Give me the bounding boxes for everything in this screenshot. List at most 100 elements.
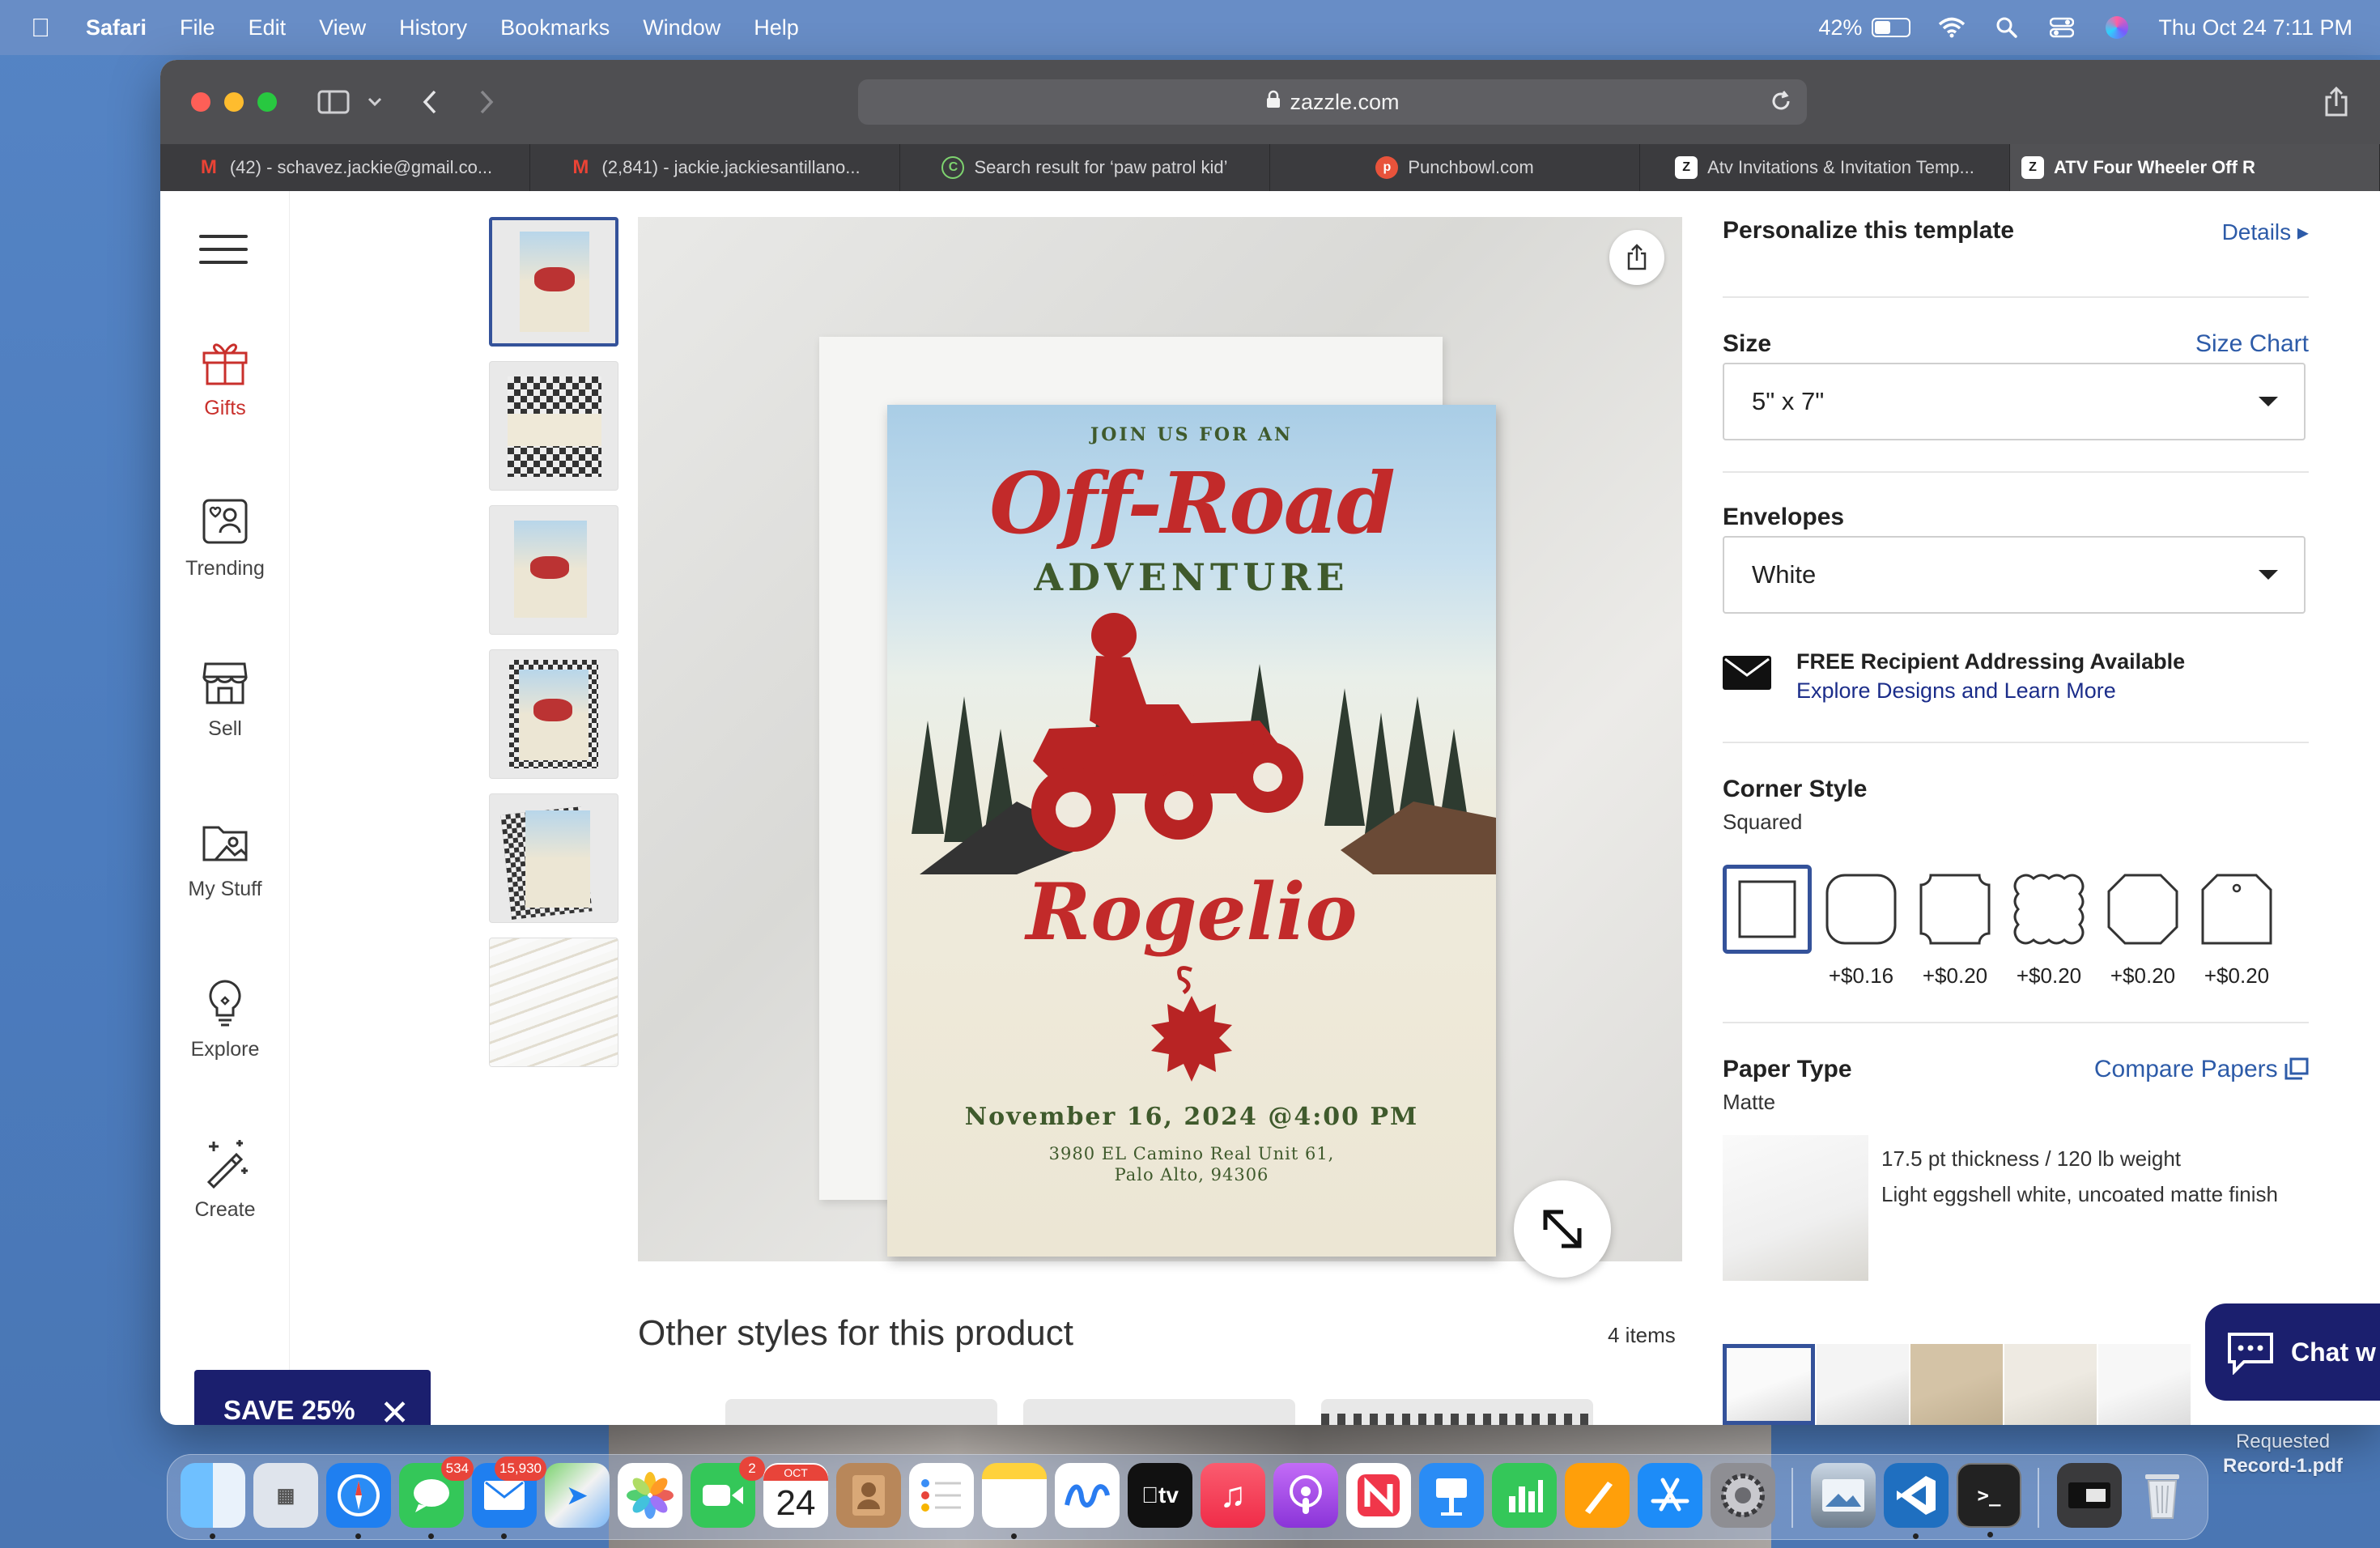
nav-sell[interactable]: Sell	[160, 656, 290, 741]
thumbnail-2[interactable]	[489, 361, 618, 491]
paper-swatch[interactable]	[1817, 1344, 1909, 1425]
size-chart-link[interactable]: Size Chart	[2195, 330, 2309, 358]
sidebar-toggle-icon[interactable]	[317, 84, 350, 120]
corner-option-squared[interactable]	[1723, 865, 1812, 989]
battery-status[interactable]: 42%	[1818, 15, 1911, 40]
corner-option-beveled[interactable]: +$0.20	[2098, 865, 2187, 989]
style-card[interactable]	[1321, 1399, 1593, 1425]
corner-option-rounded[interactable]: +$0.16	[1817, 865, 1906, 989]
close-window-button[interactable]	[191, 92, 210, 112]
nav-my-stuff[interactable]: My Stuff	[160, 816, 290, 901]
zoom-window-button[interactable]	[257, 92, 277, 112]
messages-icon[interactable]: 534	[399, 1457, 474, 1539]
siri-icon[interactable]	[2103, 15, 2131, 40]
safari-icon[interactable]	[326, 1463, 391, 1539]
expand-image-button[interactable]	[1514, 1180, 1611, 1278]
tab-zazzle-active[interactable]: Z ATV Four Wheeler Off R	[2010, 144, 2380, 191]
corner-option-tag[interactable]: +$0.20	[2192, 865, 2281, 989]
tab-canva[interactable]: C Search result for ‘paw patrol kid’	[900, 144, 1270, 191]
trash-icon[interactable]	[2130, 1463, 2195, 1528]
tab-zazzle-atv[interactable]: Z Atv Invitations & Invitation Temp...	[1640, 144, 2010, 191]
notes-icon[interactable]	[982, 1463, 1047, 1539]
thumbnail-6[interactable]	[489, 938, 618, 1067]
compare-papers-link[interactable]: Compare Papers	[2094, 1056, 2309, 1083]
contacts-icon[interactable]	[836, 1463, 901, 1528]
style-card[interactable]	[725, 1399, 997, 1425]
menu-view[interactable]: View	[319, 15, 366, 40]
nav-explore[interactable]: Explore	[160, 976, 290, 1061]
paper-swatch[interactable]	[2004, 1344, 2097, 1425]
news-icon[interactable]	[1346, 1463, 1411, 1528]
expand-arrows-icon	[1543, 1210, 1582, 1248]
back-button[interactable]	[421, 84, 439, 120]
menu-window[interactable]: Window	[643, 15, 720, 40]
apple-menu-icon[interactable]: 	[31, 13, 63, 43]
nav-create[interactable]: Create	[160, 1137, 290, 1222]
menu-history[interactable]: History	[399, 15, 467, 40]
freeform-icon[interactable]	[1055, 1463, 1120, 1528]
paper-swatch[interactable]	[1723, 1344, 1815, 1425]
reminders-icon[interactable]	[909, 1463, 974, 1528]
close-icon[interactable]: ✕	[380, 1393, 410, 1425]
share-icon[interactable]	[2323, 84, 2349, 120]
preview-icon[interactable]	[1811, 1463, 1876, 1528]
pages-icon[interactable]	[1565, 1463, 1630, 1528]
corner-option-scalloped[interactable]: +$0.20	[2004, 865, 2093, 989]
control-center-icon[interactable]	[2048, 15, 2076, 40]
thumbnail-strip	[489, 217, 622, 1082]
menu-bookmarks[interactable]: Bookmarks	[500, 15, 610, 40]
reload-icon[interactable]	[1770, 89, 1792, 119]
tab-punchbowl[interactable]: p Punchbowl.com	[1270, 144, 1640, 191]
menu-file[interactable]: File	[180, 15, 215, 40]
thumbnail-5[interactable]	[489, 793, 618, 923]
paper-swatch[interactable]	[1910, 1344, 2003, 1425]
thumbnail-1[interactable]	[489, 217, 618, 347]
chat-button[interactable]: Chat w	[2205, 1303, 2380, 1401]
app-store-icon[interactable]	[1638, 1463, 1702, 1528]
desktop-file[interactable]: Requested Record-1.pdf	[2186, 1430, 2380, 1478]
launchpad-icon[interactable]: ▦	[253, 1463, 318, 1528]
hamburger-menu-icon[interactable]	[199, 235, 248, 274]
podcasts-icon[interactable]	[1273, 1463, 1338, 1528]
explore-designs-link[interactable]: Explore Designs and Learn More	[1796, 678, 2116, 704]
mail-icon[interactable]: 15,930	[472, 1457, 546, 1539]
paper-swatch[interactable]	[2098, 1344, 2191, 1425]
nav-trending[interactable]: Trending	[160, 495, 290, 580]
minimize-window-button[interactable]	[224, 92, 244, 112]
details-link[interactable]: Details ▸	[2222, 219, 2309, 245]
forward-button[interactable]	[478, 84, 495, 120]
envelopes-select[interactable]: White	[1723, 536, 2306, 614]
downloads-stack-icon[interactable]	[2057, 1463, 2122, 1528]
keynote-icon[interactable]	[1419, 1463, 1484, 1528]
music-icon[interactable]: ♫	[1201, 1463, 1265, 1528]
maps-icon[interactable]: ➤	[545, 1463, 610, 1528]
photos-icon[interactable]	[618, 1463, 682, 1528]
menu-clock[interactable]: Thu Oct 24 7:11 PM	[2158, 15, 2352, 40]
numbers-icon[interactable]	[1492, 1463, 1557, 1528]
thumbnail-3[interactable]	[489, 505, 618, 635]
menu-app-name[interactable]: Safari	[86, 15, 147, 40]
style-card[interactable]	[1023, 1399, 1295, 1425]
vscode-icon[interactable]	[1884, 1463, 1949, 1539]
system-settings-icon[interactable]	[1711, 1463, 1775, 1528]
chevron-down-icon[interactable]	[368, 84, 382, 120]
apple-tv-icon[interactable]: tv	[1128, 1463, 1192, 1528]
wifi-icon[interactable]	[1938, 15, 1966, 40]
thumbnail-4[interactable]	[489, 649, 618, 779]
menu-help[interactable]: Help	[754, 15, 799, 40]
tab-gmail-2[interactable]: M (2,841) - jackie.jackiesantillano...	[530, 144, 900, 191]
calendar-icon[interactable]: OCT 24	[763, 1463, 828, 1528]
tab-gmail-1[interactable]: M (42) - schavez.jackie@gmail.co...	[160, 144, 530, 191]
share-product-icon[interactable]	[1609, 230, 1664, 285]
menu-edit[interactable]: Edit	[249, 15, 287, 40]
facetime-icon[interactable]: 2	[691, 1457, 765, 1528]
canva-icon: C	[941, 156, 965, 179]
nav-gifts[interactable]: Gifts	[160, 335, 290, 420]
corner-option-ticket[interactable]: +$0.20	[1910, 865, 2000, 989]
address-bar[interactable]: zazzle.com	[858, 79, 1807, 125]
finder-icon[interactable]	[181, 1463, 245, 1539]
size-select[interactable]: 5" x 7"	[1723, 363, 2306, 440]
save-25-button[interactable]: SAVE 25% ✕	[194, 1370, 431, 1425]
terminal-icon[interactable]: >_	[1957, 1463, 2021, 1537]
spotlight-search-icon[interactable]	[1993, 15, 2021, 40]
